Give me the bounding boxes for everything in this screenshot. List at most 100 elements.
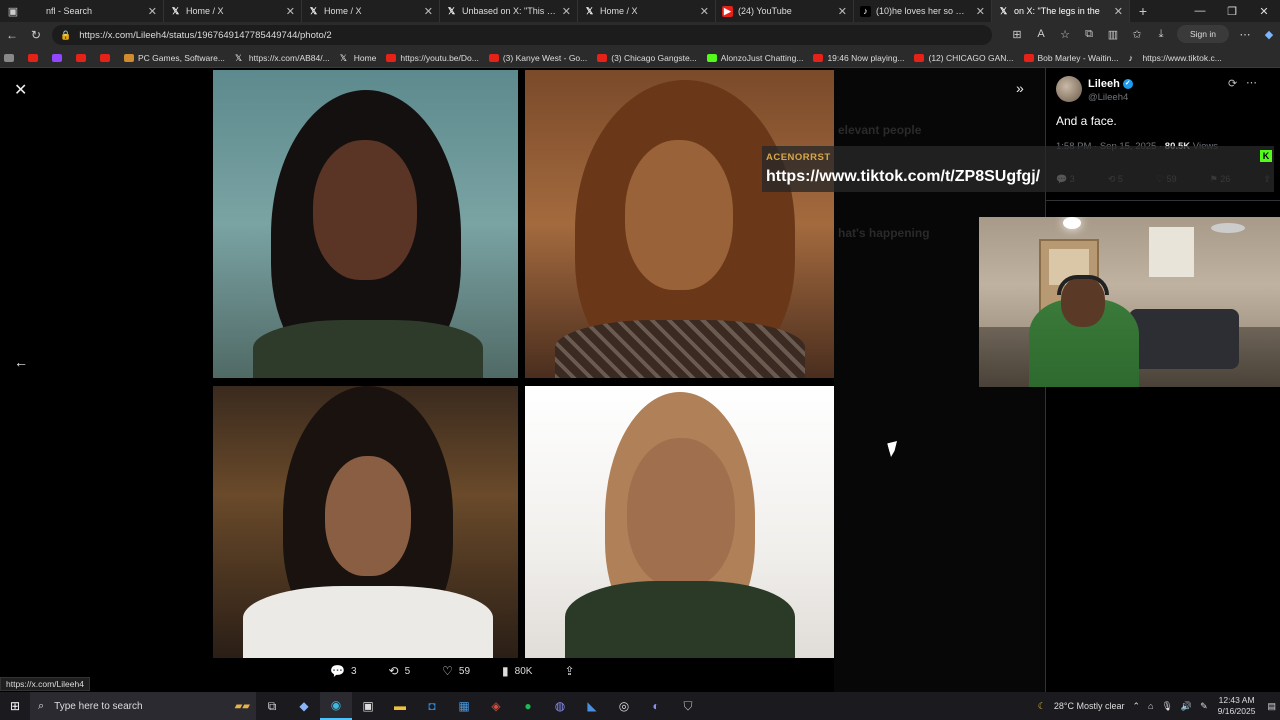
bookmark-item[interactable] bbox=[100, 53, 114, 62]
browser-tab[interactable]: 𝕏 Home / X ✕ bbox=[578, 0, 716, 22]
profile-signin-button[interactable]: Sign in bbox=[1173, 25, 1233, 43]
expand-sidebar-icon[interactable]: » bbox=[1016, 80, 1024, 96]
taskbar-search[interactable]: ⌕ Type here to search ▰▰ bbox=[30, 692, 256, 720]
window-menu-icon[interactable]: ▣ bbox=[0, 0, 26, 22]
refresh-icon[interactable]: ↻ bbox=[24, 28, 48, 42]
close-tab-icon[interactable]: ✕ bbox=[286, 5, 295, 18]
url-field[interactable]: 🔒 https://x.com/Lileeh4/status/196764914… bbox=[52, 25, 992, 45]
app-icon[interactable]: ◐ bbox=[640, 692, 672, 720]
bookmark-item[interactable]: (3) Chicago Gangste... bbox=[597, 53, 697, 63]
close-tab-icon[interactable]: ✕ bbox=[838, 5, 847, 18]
clock[interactable]: 12:43 AM 9/16/2025 bbox=[1218, 695, 1256, 717]
previous-photo-icon[interactable]: ← bbox=[14, 354, 28, 370]
split-screen-icon[interactable]: ▥ bbox=[1101, 28, 1125, 41]
app-icon[interactable]: ◈ bbox=[480, 692, 512, 720]
network-icon[interactable]: ⌂ bbox=[1148, 701, 1153, 711]
close-tab-icon[interactable]: ✕ bbox=[976, 5, 985, 18]
browser-tab[interactable]: 𝕏 Unbased on X: "This nig ✕ bbox=[440, 0, 578, 22]
store-icon[interactable]: ▣ bbox=[352, 692, 384, 720]
favorite-star-icon[interactable]: ☆ bbox=[1053, 28, 1077, 41]
tab-title: nfl - Search bbox=[46, 6, 93, 16]
reply-button[interactable]: 💬 3 bbox=[330, 664, 357, 678]
youtube-icon bbox=[100, 53, 110, 62]
close-tab-icon[interactable]: ✕ bbox=[424, 5, 433, 18]
bookmark-item[interactable]: PC Games, Software... bbox=[124, 53, 225, 63]
spotify-icon[interactable]: ● bbox=[512, 692, 544, 720]
bookmark-item[interactable]: ♪ https://www.tiktok.c... bbox=[1128, 53, 1221, 63]
verified-badge-icon: ✓ bbox=[1122, 79, 1133, 90]
edge-icon[interactable]: ◉ bbox=[320, 692, 352, 720]
favorites-icon[interactable]: ✩ bbox=[1125, 28, 1149, 41]
browser-tab[interactable]: ▶ (24) YouTube ✕ bbox=[716, 0, 854, 22]
bookmark-item[interactable]: AlonzoJust Chatting... bbox=[706, 53, 803, 63]
read-aloud-icon[interactable]: A bbox=[1029, 28, 1053, 40]
views-button[interactable]: ▮ 80K bbox=[502, 664, 532, 678]
weather-text[interactable]: 28°C Mostly clear bbox=[1054, 701, 1125, 711]
copilot-icon[interactable]: ◆ bbox=[1257, 28, 1280, 41]
search-highlight-icon: ▰▰ bbox=[234, 700, 250, 712]
more-options-icon[interactable]: ⋯ bbox=[1246, 76, 1257, 89]
microphone-icon[interactable]: 🎙 bbox=[1161, 701, 1172, 712]
chevron-up-icon[interactable]: ⌃ bbox=[1132, 701, 1140, 712]
display-name[interactable]: Lileeh ✓ bbox=[1088, 78, 1133, 90]
bookmark-item[interactable] bbox=[28, 53, 42, 62]
overlay-label: ACENORRST bbox=[766, 152, 831, 163]
x-icon: 𝕏 bbox=[585, 5, 594, 16]
bookmark-item[interactable] bbox=[52, 53, 66, 62]
shield-icon[interactable]: ⛉ bbox=[672, 692, 704, 720]
pen-icon[interactable]: ✎ bbox=[1200, 701, 1208, 712]
bookmark-item[interactable]: Bob Marley - Waitin... bbox=[1023, 53, 1118, 63]
bookmark-item[interactable]: (12) CHICAGO GAN... bbox=[914, 53, 1014, 63]
x-icon: 𝕏 bbox=[171, 5, 180, 16]
search-icon: ⌕ bbox=[38, 699, 45, 712]
menu-dots-icon[interactable]: ⋯ bbox=[1233, 28, 1257, 41]
avatar[interactable] bbox=[1056, 76, 1082, 102]
browser-tab[interactable]: 𝕏 Home / X ✕ bbox=[302, 0, 440, 22]
browser-tab[interactable]: nfl - Search ✕ bbox=[26, 0, 164, 22]
bookmark-item[interactable]: 𝕏 Home bbox=[340, 53, 377, 63]
close-window-icon[interactable]: ✕ bbox=[1248, 5, 1280, 18]
bookmark-folder-icon[interactable] bbox=[4, 53, 18, 62]
copilot-icon[interactable]: ◆ bbox=[288, 692, 320, 720]
browser-tab[interactable]: 𝕏 Home / X ✕ bbox=[164, 0, 302, 22]
task-view-icon[interactable]: ⧉ bbox=[256, 692, 288, 720]
close-tab-icon[interactable]: ✕ bbox=[562, 5, 571, 18]
volume-icon[interactable]: 🔊 bbox=[1181, 701, 1192, 712]
share-icon: ⇪ bbox=[564, 664, 575, 678]
user-handle[interactable]: @Lileeh4 bbox=[1088, 92, 1128, 103]
youtube-icon bbox=[1023, 53, 1034, 62]
file-explorer-icon[interactable]: ▬ bbox=[384, 692, 416, 720]
extensions-icon[interactable]: ⧉ bbox=[1077, 28, 1101, 41]
bookmark-item[interactable]: 𝕏https://x.com/AB84/... bbox=[235, 53, 330, 63]
close-tab-icon[interactable]: ✕ bbox=[700, 5, 709, 18]
grok-icon[interactable]: ⟳ bbox=[1228, 77, 1237, 90]
start-button[interactable]: ⊞ bbox=[0, 699, 30, 713]
restore-icon[interactable]: ❐ bbox=[1216, 5, 1248, 18]
like-button[interactable]: ♡ 59 bbox=[442, 664, 470, 678]
app-icon[interactable]: ◣ bbox=[576, 692, 608, 720]
bookmark-item[interactable]: https://youtu.be/Do... bbox=[386, 53, 479, 63]
youtube-icon bbox=[597, 53, 608, 62]
notification-icon[interactable]: ▤ bbox=[1267, 701, 1276, 712]
repost-button[interactable]: ⟲ 5 bbox=[389, 664, 411, 678]
bookmark-item[interactable] bbox=[76, 53, 90, 62]
app-available-icon[interactable]: ⊞ bbox=[1005, 28, 1029, 41]
share-button[interactable]: ⇪ bbox=[564, 664, 580, 678]
bookmark-item[interactable]: 19:46 Now playing... bbox=[813, 53, 904, 63]
minimize-icon[interactable]: — bbox=[1184, 5, 1216, 18]
discord-icon[interactable]: ◍ bbox=[544, 692, 576, 720]
back-icon[interactable]: ← bbox=[0, 28, 24, 42]
obs-icon[interactable]: ◎ bbox=[608, 692, 640, 720]
app-icon[interactable]: ▦ bbox=[448, 692, 480, 720]
close-viewer-icon[interactable]: ✕ bbox=[14, 80, 27, 100]
new-tab-button[interactable]: + bbox=[1130, 3, 1156, 19]
outlook-icon[interactable]: ◘ bbox=[416, 692, 448, 720]
bookmark-item[interactable]: (3) Kanye West - Go... bbox=[488, 53, 587, 63]
downloads-icon[interactable]: ⤓ bbox=[1149, 28, 1173, 41]
close-tab-icon[interactable]: ✕ bbox=[148, 5, 157, 18]
photo-collage[interactable] bbox=[213, 70, 834, 658]
weather-icon[interactable]: ☾ bbox=[1038, 701, 1046, 712]
browser-tab[interactable]: ♪ (10)he loves her so much ✕ bbox=[854, 0, 992, 22]
browser-tab-active[interactable]: 𝕏 on X: "The legs in the ✕ bbox=[992, 0, 1130, 22]
close-tab-icon[interactable]: ✕ bbox=[1114, 5, 1123, 18]
